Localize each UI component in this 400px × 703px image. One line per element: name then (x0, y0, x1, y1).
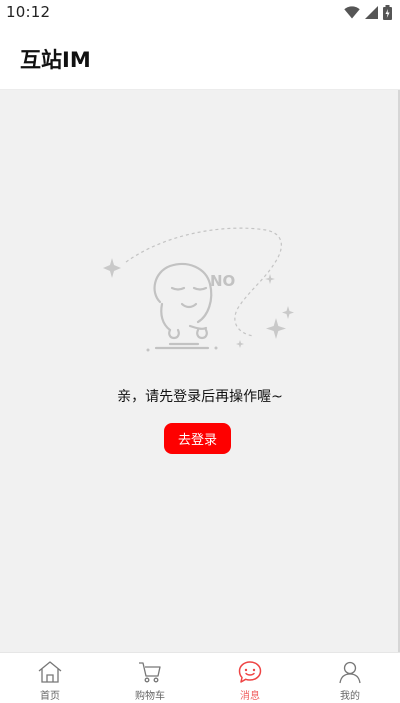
cart-icon (139, 662, 161, 683)
wifi-icon (344, 5, 360, 18)
message-icon (238, 661, 262, 683)
tab-home-label: 首页 (40, 691, 60, 702)
sad-face-icon (153, 262, 213, 350)
signal-icon (365, 5, 378, 19)
login-prompt-text: 亲，请先登录后再操作喔~ (117, 389, 283, 405)
user-icon (339, 661, 361, 684)
tab-messages-label: 消息 (240, 691, 260, 702)
empty-state-illustration: NO (103, 227, 294, 352)
tab-cart[interactable]: 购物车 (100, 653, 200, 703)
home-icon (38, 661, 62, 683)
dashed-orbit (125, 227, 282, 337)
illustration-no-text: NO (210, 272, 235, 290)
bottom-tab-bar: 首页 购物车 消息 我的 (0, 652, 400, 703)
tab-cart-label: 购物车 (135, 691, 165, 702)
tab-messages[interactable]: 消息 (200, 653, 300, 703)
status-bar: 10:12 (0, 0, 400, 24)
tab-profile-label: 我的 (340, 691, 360, 702)
tab-profile[interactable]: 我的 (300, 653, 400, 703)
tab-home[interactable]: 首页 (0, 653, 100, 703)
status-time: 10:12 (6, 3, 51, 21)
login-button[interactable]: 去登录 (164, 423, 231, 454)
app-header: 互站IM (0, 24, 400, 90)
status-icons (344, 4, 392, 20)
page-title: 互站IM (20, 48, 91, 72)
battery-icon (383, 4, 392, 20)
